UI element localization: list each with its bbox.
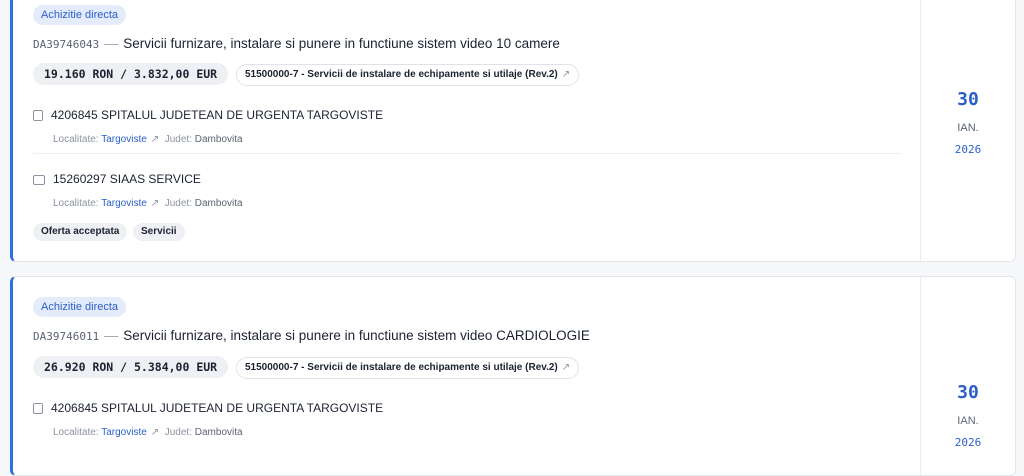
date-day: 30 — [957, 89, 979, 110]
authority-location: Localitate: Targoviste ↗ Judet: Dambovita — [53, 427, 243, 438]
localitate-link[interactable]: Targoviste — [101, 134, 147, 145]
judet-value: Dambovita — [194, 198, 243, 209]
judet-label: Judet: — [164, 198, 192, 209]
localitate-link[interactable]: Targoviste — [101, 427, 147, 438]
cpv-code-label: 51500000-7 - Servicii de instalare de ec… — [245, 362, 558, 373]
authority-name: 4206845 SPITALUL JUDETEAN DE URGENTA TAR… — [51, 108, 384, 122]
date-day: 30 — [957, 382, 979, 403]
date-year: 2026 — [954, 143, 982, 156]
external-link-icon: ↗ — [561, 362, 571, 373]
title-separator: — — [104, 327, 119, 343]
document-id: DA39746043 — [33, 38, 100, 51]
publication-date: 30 IAN. 2026 — [920, 277, 1015, 475]
external-link-icon: ↗ — [150, 198, 160, 209]
contracting-authority[interactable]: 4206845 SPITALUL JUDETEAN DE URGENTA TAR… — [33, 401, 383, 415]
tender-title[interactable]: Servicii furnizare, instalare si punere … — [123, 36, 560, 51]
judet-value: Dambovita — [194, 427, 243, 438]
supplier-location: Localitate: Targoviste ↗ Judet: Dambovita — [53, 198, 243, 209]
tender-card-main: Achizitie directa DA39746043 — Servicii fu… — [13, 0, 921, 261]
procedure-type-badge: Achizitie directa — [33, 5, 127, 25]
localitate-label: Localitate: — [53, 198, 99, 209]
external-link-icon: ↗ — [561, 69, 571, 80]
building-icon — [33, 110, 43, 121]
judet-label: Judet: — [164, 427, 192, 438]
building-icon — [33, 403, 43, 414]
cpv-code-link[interactable]: 51500000-7 - Servicii de instalare de ec… — [236, 64, 580, 86]
judet-value: Dambovita — [194, 134, 243, 145]
title-separator: — — [104, 35, 119, 51]
authority-name: 4206845 SPITALUL JUDETEAN DE URGENTA TAR… — [51, 401, 384, 415]
procedure-type-badge: Achizitie directa — [33, 297, 127, 317]
date-month: IAN. — [957, 415, 979, 427]
external-link-icon: ↗ — [150, 427, 160, 438]
external-link-icon: ↗ — [150, 134, 160, 145]
judet-label: Judet: — [164, 134, 192, 145]
localitate-label: Localitate: — [53, 134, 99, 145]
cpv-code-label: 51500000-7 - Servicii de instalare de ec… — [245, 69, 558, 80]
publication-date: 30 IAN. 2026 — [920, 0, 1015, 261]
tender-title-row[interactable]: DA39746043 — Servicii furnizare, instalare… — [33, 35, 560, 51]
tender-card-main: Achizitie directa DA39746011 — Servicii fu… — [13, 277, 921, 475]
divider — [33, 153, 901, 154]
localitate-label: Localitate: — [53, 427, 99, 438]
amount-pill: 26.920 RON / 5.384,00 EUR — [33, 356, 229, 378]
status-tag: Oferta acceptata — [33, 223, 128, 241]
cpv-code-link[interactable]: 51500000-7 - Servicii de instalare de ec… — [236, 357, 580, 379]
supplier[interactable]: 15260297 SIAAS SERVICE — [33, 172, 201, 186]
briefcase-icon — [33, 175, 45, 185]
supplier-name: 15260297 SIAAS SERVICE — [53, 172, 201, 186]
document-id: DA39746011 — [33, 330, 100, 343]
category-tag: Servicii — [133, 223, 185, 241]
amount-pill: 19.160 RON / 3.832,00 EUR — [33, 63, 229, 85]
tender-card[interactable]: Achizitie directa DA39746011 — Servicii fu… — [10, 276, 1016, 476]
localitate-link[interactable]: Targoviste — [101, 198, 147, 209]
date-month: IAN. — [957, 122, 979, 134]
tender-title-row[interactable]: DA39746011 — Servicii furnizare, instalare… — [33, 327, 590, 343]
tender-card[interactable]: Achizitie directa DA39746043 — Servicii fu… — [10, 0, 1016, 262]
contracting-authority[interactable]: 4206845 SPITALUL JUDETEAN DE URGENTA TAR… — [33, 108, 383, 122]
tender-title[interactable]: Servicii furnizare, instalare si punere … — [123, 328, 590, 343]
authority-location: Localitate: Targoviste ↗ Judet: Dambovita — [53, 134, 243, 145]
